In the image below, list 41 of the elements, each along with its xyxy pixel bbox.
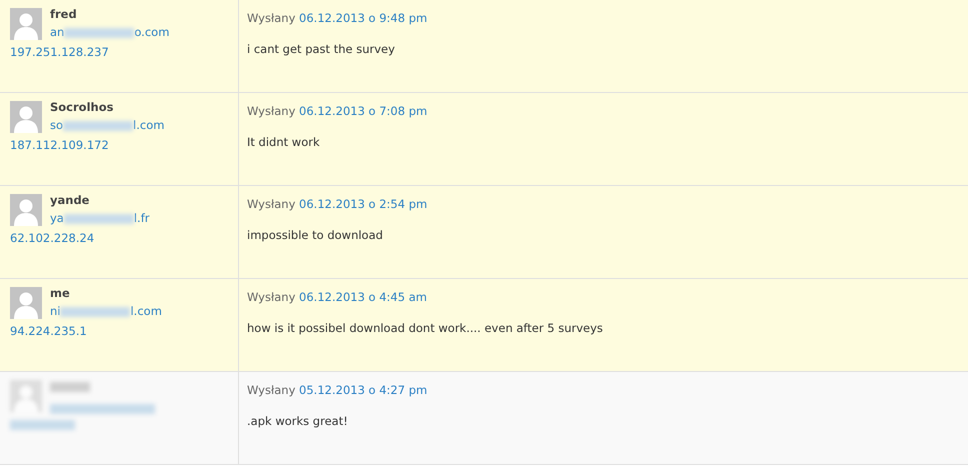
posted-label: Wysłany — [247, 11, 296, 25]
email-link[interactable]: ya — [50, 210, 64, 225]
ip-link[interactable]: 62.102.228.24 — [10, 228, 94, 248]
email-link[interactable]: l.com — [133, 118, 164, 132]
email-link[interactable]: o.com — [134, 24, 170, 39]
comment-text: how is it possibel download dont work.... even after 5 surveys — [247, 320, 604, 338]
comment-text: It didnt work — [247, 134, 321, 152]
author-name: Socrolhos — [50, 101, 114, 115]
ip-link[interactable]: 197.251.128.237 — [10, 42, 109, 62]
email-link[interactable]: an — [50, 24, 64, 39]
comment-text: impossible to download — [247, 227, 384, 244]
posted-label: Wysłany — [247, 197, 296, 211]
avatar-icon — [10, 101, 42, 133]
avatar-icon — [10, 194, 42, 226]
comment-text: .apk works great! — [247, 413, 349, 430]
redaction-blur — [63, 120, 134, 131]
posted-label: Wysłany — [247, 290, 296, 304]
email-link[interactable]: so — [50, 118, 64, 132]
redaction-blur — [64, 28, 134, 38]
ip-link[interactable]: 187.112.109.172 — [10, 134, 109, 155]
date-link[interactable]: 06.12.2013 o 7:08 pm — [299, 104, 428, 118]
date-link[interactable]: 06.12.2013 o 2:54 pm — [299, 197, 428, 211]
comment-text: i cant get past the survey — [247, 41, 396, 58]
author-name: fred — [50, 8, 78, 22]
author-name: me — [50, 287, 71, 301]
date-link[interactable]: 05.12.2013 o 4:27 pm — [299, 383, 428, 397]
avatar-icon — [10, 380, 42, 412]
email-link[interactable]: l.com — [130, 304, 162, 318]
redaction-blur — [64, 214, 134, 224]
date-link[interactable]: 06.12.2013 o 4:45 am — [299, 290, 427, 304]
redaction-blur — [10, 420, 75, 430]
author-name: yande — [50, 194, 90, 208]
email-link[interactable]: ni — [50, 304, 60, 318]
avatar-icon — [10, 287, 42, 319]
email-link[interactable]: l.fr — [134, 210, 150, 225]
posted-label: Wysłany — [247, 104, 296, 118]
ip-link[interactable]: 94.224.235.1 — [10, 320, 87, 341]
date-link[interactable]: 06.12.2013 o 9:48 pm — [299, 11, 428, 25]
redaction-blur — [60, 306, 130, 317]
avatar-icon — [10, 8, 42, 40]
posted-label: Wysłany — [247, 383, 296, 397]
